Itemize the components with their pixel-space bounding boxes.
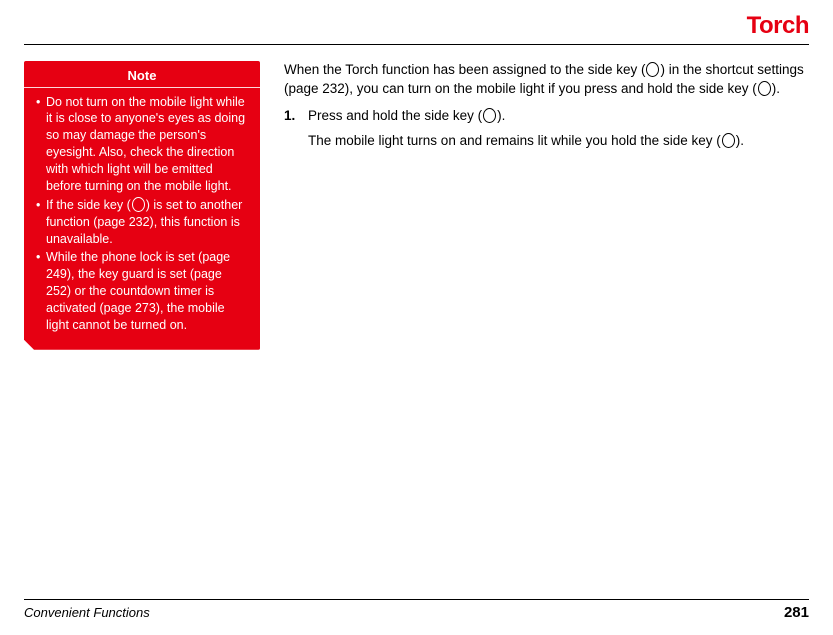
title-rule bbox=[24, 44, 809, 45]
intro-paragraph: When the Torch function has been assigne… bbox=[284, 61, 809, 99]
note-box: Note Do not turn on the mobile light whi… bbox=[24, 61, 260, 350]
content-columns: Note Do not turn on the mobile light whi… bbox=[24, 61, 809, 350]
note-item-text: If the side key ( bbox=[46, 198, 131, 212]
page-title: Torch bbox=[24, 12, 809, 40]
oval-icon bbox=[132, 197, 145, 212]
note-list: Do not turn on the mobile light while it… bbox=[24, 94, 260, 350]
step-subtext: The mobile light turns on and remains li… bbox=[308, 132, 809, 151]
note-item: If the side key () is set to another fun… bbox=[36, 197, 250, 248]
page-footer: Convenient Functions 281 bbox=[24, 599, 809, 621]
note-divider bbox=[24, 87, 260, 88]
intro-text: ). bbox=[772, 81, 780, 96]
step-body: Press and hold the side key (). The mobi… bbox=[308, 107, 809, 151]
step-number: 1. bbox=[284, 107, 298, 151]
note-item: Do not turn on the mobile light while it… bbox=[36, 94, 250, 195]
step-text-part: Press and hold the side key ( bbox=[308, 108, 482, 123]
intro-text: When the Torch function has been assigne… bbox=[284, 62, 645, 77]
step-sub-part: The mobile light turns on and remains li… bbox=[308, 133, 721, 148]
note-header: Note bbox=[24, 61, 260, 87]
oval-icon bbox=[758, 81, 771, 96]
oval-icon bbox=[483, 108, 496, 123]
main-column: When the Torch function has been assigne… bbox=[284, 61, 809, 157]
footer-section-label: Convenient Functions bbox=[24, 605, 150, 620]
step-text: Press and hold the side key (). bbox=[308, 107, 809, 126]
step-sub-part: ). bbox=[736, 133, 744, 148]
footer-page-number: 281 bbox=[784, 604, 809, 621]
footer-rule bbox=[24, 599, 809, 600]
footer-line: Convenient Functions 281 bbox=[24, 604, 809, 621]
step-row: 1. Press and hold the side key (). The m… bbox=[284, 107, 809, 151]
note-item: While the phone lock is set (page 249), … bbox=[36, 249, 250, 333]
oval-icon bbox=[646, 62, 659, 77]
step-text-part: ). bbox=[497, 108, 505, 123]
oval-icon bbox=[722, 133, 735, 148]
